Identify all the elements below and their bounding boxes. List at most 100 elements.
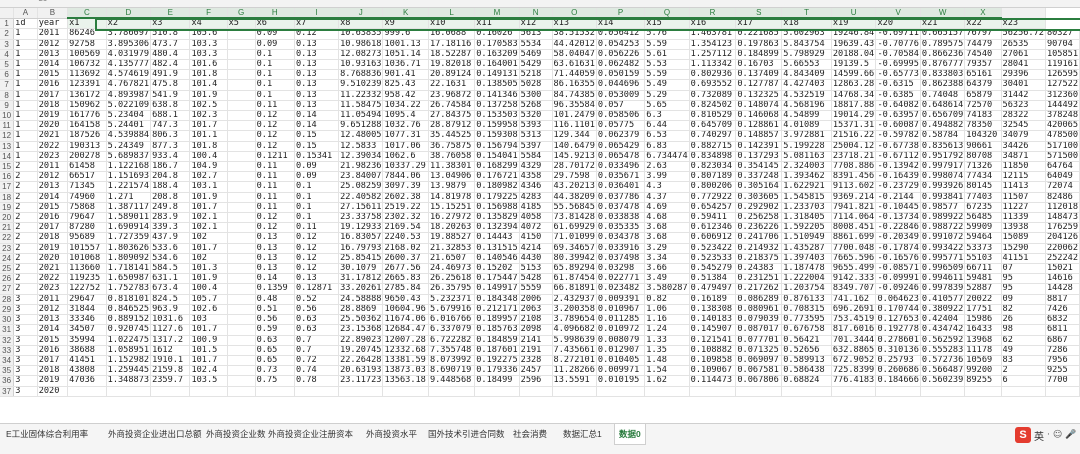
cell[interactable]: 0.1359 (255, 283, 296, 295)
cell[interactable]: 2018 (37, 100, 69, 112)
cell[interactable]: 27.84375 (428, 110, 476, 122)
cell[interactable] (227, 181, 256, 193)
cell[interactable]: -0.63957 (875, 110, 921, 122)
cell[interactable]: 4.01089 (781, 120, 832, 132)
cell[interactable]: 0.197863 (735, 39, 783, 50)
cell[interactable]: 1077.31 (382, 130, 429, 142)
cell[interactable] (227, 79, 256, 91)
cell[interactable]: 0.278601 (875, 335, 921, 346)
cell[interactable]: 0.337248 (735, 171, 783, 183)
cell[interactable]: 21.32853 (428, 243, 476, 254)
cell[interactable]: 7665.596 (831, 253, 877, 265)
cell[interactable]: 102.4 (189, 365, 228, 377)
cell[interactable]: 4.574619 (106, 69, 152, 81)
column-header-s[interactable]: S (735, 8, 783, 20)
cell[interactable]: 71.44059 (552, 69, 597, 81)
cell[interactable]: 0.009391 (596, 294, 646, 305)
row-header-30[interactable]: 30 (0, 314, 15, 326)
cell[interactable]: 4.539884 (106, 130, 152, 142)
cell[interactable]: 52887 (964, 283, 1002, 295)
cell[interactable]: 41151 (1001, 253, 1046, 265)
cell[interactable]: 1.06 (644, 304, 690, 316)
cell[interactable]: 2017 (37, 355, 69, 367)
cell[interactable]: 102.1 (189, 212, 228, 224)
cell[interactable]: 0.12 (255, 141, 296, 152)
cell[interactable]: -0.23729 (875, 181, 921, 193)
cell[interactable]: 21.98236 (338, 161, 384, 173)
cell[interactable]: 2191 (519, 345, 553, 356)
cell[interactable]: 1.221574 (106, 181, 152, 193)
cell[interactable]: 2098 (519, 324, 553, 336)
cell[interactable]: 2 (1001, 365, 1046, 377)
cell[interactable]: 1910.1 (150, 355, 191, 367)
cell[interactable]: x17 (735, 18, 783, 30)
cell[interactable]: 5.232371 (428, 294, 476, 305)
cell[interactable]: 100.9 (189, 335, 228, 346)
column-header-f[interactable]: F (189, 8, 228, 20)
row-header-8[interactable]: 8 (0, 90, 15, 101)
cell[interactable]: 5.602963 (781, 28, 832, 40)
cell[interactable]: 0.184348 (474, 294, 520, 305)
cell[interactable]: 1095.4 (382, 110, 429, 122)
cell[interactable]: 74960 (67, 192, 107, 203)
cell[interactable]: 0.180982 (474, 181, 520, 193)
cell[interactable]: 2.63 (644, 161, 690, 173)
cell[interactable]: 80327 (1045, 28, 1080, 40)
cell[interactable]: 55.56845 (552, 202, 597, 214)
cell[interactable]: x13 (552, 18, 597, 30)
cell[interactable]: 0.479497 (689, 283, 737, 295)
cell[interactable]: 0.818101 (106, 294, 152, 305)
cell[interactable]: 4185 (519, 202, 553, 214)
ime-logo-icon[interactable]: S (1015, 427, 1031, 443)
cell[interactable]: 0.010405 (596, 355, 646, 367)
cell[interactable]: 102.3 (189, 110, 228, 122)
cell[interactable]: 0.137258 (474, 100, 520, 112)
cell[interactable]: 30.1079 (338, 263, 384, 275)
cell[interactable]: -0.64082 (875, 100, 921, 112)
cell[interactable]: 8.272101 (552, 355, 597, 367)
cell[interactable]: 72570 (964, 100, 1002, 112)
cell[interactable] (227, 141, 256, 152)
cell[interactable]: 4346 (519, 181, 553, 193)
cell[interactable]: x22 (964, 18, 1002, 30)
cell[interactable]: 672.9052 (831, 355, 877, 367)
cell[interactable]: 491.9 (150, 69, 191, 81)
column-header-m[interactable]: M (474, 8, 520, 20)
cell[interactable]: 5.843754 (781, 39, 832, 50)
cell[interactable]: 0.12 (255, 222, 296, 234)
cell[interactable]: 71.01099 (552, 232, 597, 244)
cell[interactable]: 103.1 (189, 181, 228, 193)
cell[interactable]: x5 (227, 18, 256, 30)
cell[interactable]: 1036.71 (382, 59, 429, 71)
cell[interactable]: 0.11 (255, 192, 296, 203)
cell[interactable]: 0.241706 (735, 232, 783, 244)
cell[interactable]: 3.786097 (106, 28, 152, 40)
cell[interactable] (831, 386, 877, 397)
cell[interactable]: 0.09 (255, 28, 296, 40)
cell[interactable]: 0.184899 (735, 49, 783, 61)
cell[interactable]: 9142.333 (831, 273, 877, 285)
cell[interactable]: 0.876777 (920, 59, 966, 71)
cell[interactable]: 0.176721 (474, 171, 520, 183)
cell[interactable]: 696.2691 (831, 304, 877, 316)
cell[interactable]: 2013 (37, 314, 69, 326)
cell[interactable]: -0.09991 (875, 273, 921, 285)
column-header-c[interactable]: C (67, 8, 107, 20)
cell[interactable]: 23.15368 (338, 324, 384, 336)
cell[interactable]: 0.303605 (735, 192, 783, 203)
cell[interactable]: 0.63 (255, 335, 296, 346)
cell[interactable]: year (37, 18, 69, 30)
cell[interactable]: 631.1 (150, 273, 191, 285)
cell[interactable]: 105851 (1045, 49, 1080, 61)
cell[interactable]: 0.109067 (689, 365, 737, 377)
row-header-27[interactable]: 27 (0, 283, 15, 295)
cell[interactable]: 1034.22 (382, 100, 429, 112)
cell[interactable]: 2014 (37, 324, 69, 336)
cell[interactable]: 0.951792 (920, 151, 966, 163)
row-header-13[interactable]: 13 (0, 141, 15, 152)
cell[interactable]: 0.14 (255, 273, 296, 285)
cell[interactable]: 20.89124 (428, 69, 476, 81)
cell[interactable]: 64764 (1045, 161, 1080, 173)
cell[interactable]: 8008.451 (831, 222, 877, 234)
cell[interactable]: 0.7 (294, 335, 340, 346)
